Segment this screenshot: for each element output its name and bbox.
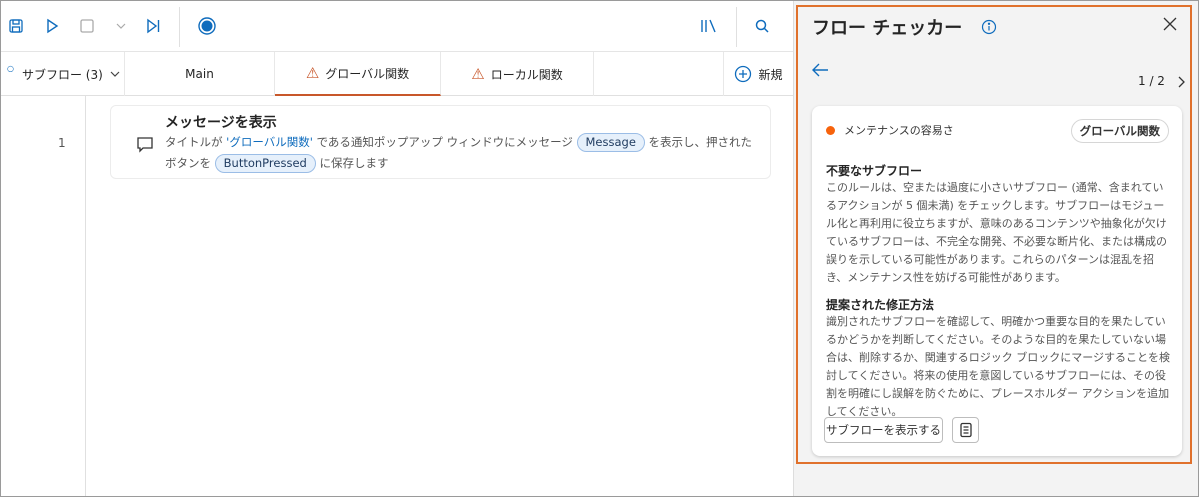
divider [736,7,737,47]
status-dot-icon: ○ [7,64,14,73]
run-next-icon[interactable] [142,15,164,37]
subflow-badge: グローバル関数 [1070,119,1169,143]
desc-text: タイトルが [165,135,227,149]
subflow-tabs: ○ サブフロー (3) Main ⚠ グローバル関数 ⚠ ローカル関数 新規 [1,52,793,96]
show-subflow-button[interactable]: サブフローを表示する [824,417,943,443]
page-indicator: 1 / 2 [1138,74,1165,88]
search-icon[interactable] [751,15,773,37]
variable-pill[interactable]: ButtonPressed [214,154,316,173]
warning-icon: ⚠ [471,65,485,83]
tab-local-functions[interactable]: ⚠ ローカル関数 [441,52,594,96]
variable-pill[interactable]: Message [576,133,645,152]
variables-icon[interactable] [698,15,720,37]
panel-title: フロー チェッカー [812,14,997,40]
action-title: メッセージを表示 [165,115,277,131]
copy-details-button[interactable] [952,417,979,443]
tab-main[interactable]: Main [125,52,275,96]
title-link: 'グローバル関数' [226,135,313,149]
chevron-right-icon[interactable] [1176,75,1186,89]
close-icon[interactable] [1163,17,1177,31]
chevron-down-icon [110,71,120,77]
new-subflow-button[interactable]: 新規 [723,52,793,96]
new-label: 新規 [758,67,783,82]
stop-icon[interactable] [76,15,98,37]
save-icon[interactable] [5,15,27,37]
fix-heading: 提案された修正方法 [826,298,935,312]
category-label: メンテナンスの容易さ [844,124,954,137]
fix-description: 識別されたサブフローを確認して、明確かつ重要な目的を果たしているかどうかを判断し… [826,315,1171,418]
severity-dot-icon [826,125,835,135]
desc-text: である通知ポップアップ ウィンドウにメッセージ [312,135,577,149]
desc-text: に保存します [315,156,389,170]
subflows-label: サブフロー (3) [21,67,103,82]
issue-card: メンテナンスの容易さ グローバル関数 不要なサブフロー このルールは、空または過… [812,106,1182,456]
action-description: タイトルが 'グローバル関数' である通知ポップアップ ウィンドウにメッセージ … [165,132,755,174]
subflows-dropdown[interactable]: ○ サブフロー (3) [1,52,125,96]
tab-label: Main [185,67,214,81]
add-icon [735,65,752,83]
line-number: 1 [58,136,66,150]
message-icon [137,137,153,153]
toolbar [1,1,793,52]
back-arrow-icon[interactable] [810,62,830,78]
info-icon[interactable] [981,19,997,35]
issue-description: このルールは、空または過度に小さいサブフロー (通常、含まれているアクションが … [826,181,1167,284]
tab-label: ローカル関数 [490,67,563,82]
run-icon[interactable] [41,15,63,37]
document-icon [959,422,972,438]
chevron-down-icon[interactable] [110,15,132,37]
tab-global-functions[interactable]: ⚠ グローバル関数 [275,52,441,96]
category: メンテナンスの容易さ [826,122,954,138]
line-gutter [85,96,86,496]
issue-heading: 不要なサブフロー [826,164,923,178]
tab-label: グローバル関数 [325,66,410,81]
record-icon[interactable] [196,15,218,37]
warning-icon: ⚠ [305,64,320,82]
divider [179,7,180,47]
action-row[interactable]: メッセージを表示 タイトルが 'グローバル関数' である通知ポップアップ ウィン… [110,105,771,179]
panel-title-text: フロー チェッカー [812,18,963,39]
